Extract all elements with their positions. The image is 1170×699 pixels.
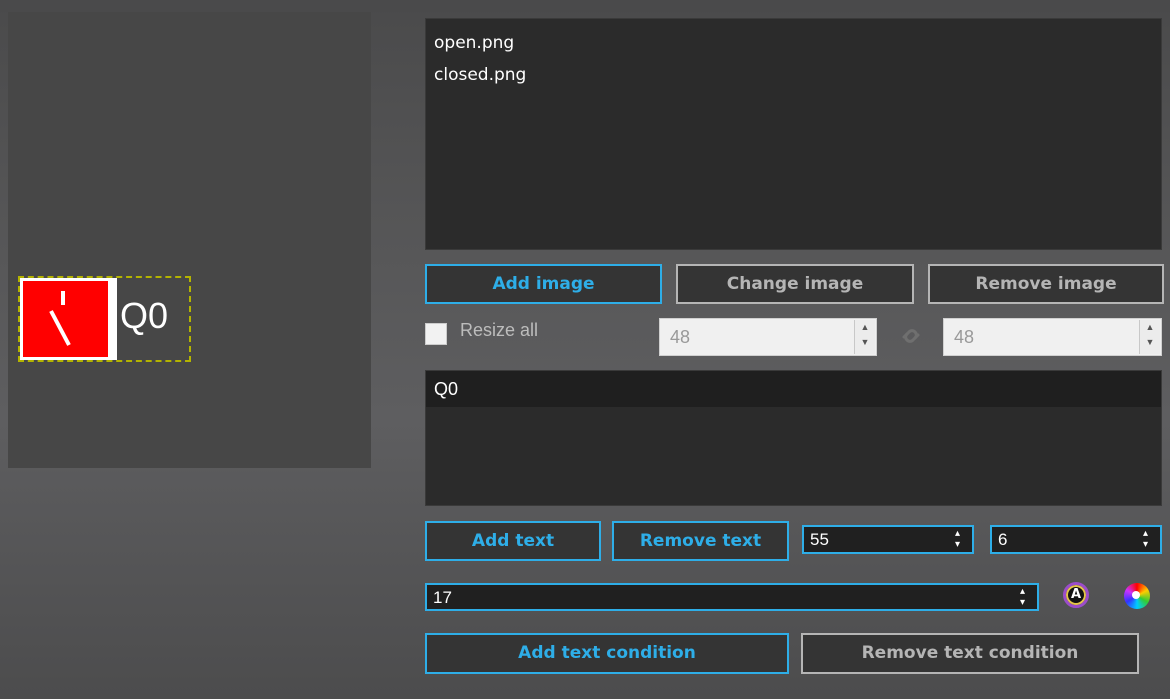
font-size-value: 17 (433, 588, 452, 607)
image-list[interactable]: open.png closed.png (425, 18, 1162, 250)
text-y-spinbox[interactable]: 6 ▴ ▾ (990, 525, 1162, 554)
color-wheel-icon[interactable] (1124, 583, 1150, 609)
add-text-condition-button[interactable]: Add text condition (425, 633, 789, 674)
switch-symbol-icon (20, 278, 111, 360)
image-height-value: 48 (954, 327, 975, 347)
symbol-divider (111, 278, 117, 360)
text-x-spinbox[interactable]: 55 ▴ ▾ (802, 525, 974, 554)
spin-arrows-icon[interactable]: ▴ ▾ (955, 528, 960, 550)
image-height-spinbox[interactable]: 48 ▲ ▼ (943, 318, 1162, 356)
text-list[interactable]: Q0 (425, 370, 1162, 506)
spin-arrows-icon[interactable]: ▲ ▼ (1139, 320, 1160, 354)
spin-arrows-icon[interactable]: ▴ ▾ (1020, 586, 1025, 608)
image-width-spinbox[interactable]: 48 ▲ ▼ (659, 318, 877, 356)
list-item[interactable]: closed.png (434, 59, 1153, 91)
add-text-button[interactable]: Add text (425, 521, 601, 561)
font-size-spinbox[interactable]: 17 ▴ ▾ (425, 583, 1039, 611)
remove-text-button[interactable]: Remove text (612, 521, 789, 561)
spin-arrows-icon[interactable]: ▲ ▼ (854, 320, 875, 354)
font-color-icon[interactable]: A (1063, 582, 1089, 608)
list-item[interactable]: Q0 (426, 371, 1161, 407)
add-image-button[interactable]: Add image (425, 264, 662, 304)
remove-text-condition-button[interactable]: Remove text condition (801, 633, 1139, 674)
top-strip (0, 0, 1170, 12)
image-width-value: 48 (670, 327, 691, 347)
text-y-value: 6 (998, 530, 1008, 549)
resize-all-label: Resize all (460, 320, 539, 340)
symbol-label: Q0 (120, 295, 169, 336)
resize-all-checkbox[interactable] (425, 323, 447, 345)
remove-image-button[interactable]: Remove image (928, 264, 1164, 304)
symbol-preview (8, 12, 371, 468)
spin-arrows-icon[interactable]: ▴ ▾ (1143, 528, 1148, 550)
link-icon[interactable] (898, 323, 924, 349)
change-image-button[interactable]: Change image (676, 264, 914, 304)
text-x-value: 55 (810, 530, 829, 549)
list-item[interactable]: open.png (434, 27, 1153, 59)
